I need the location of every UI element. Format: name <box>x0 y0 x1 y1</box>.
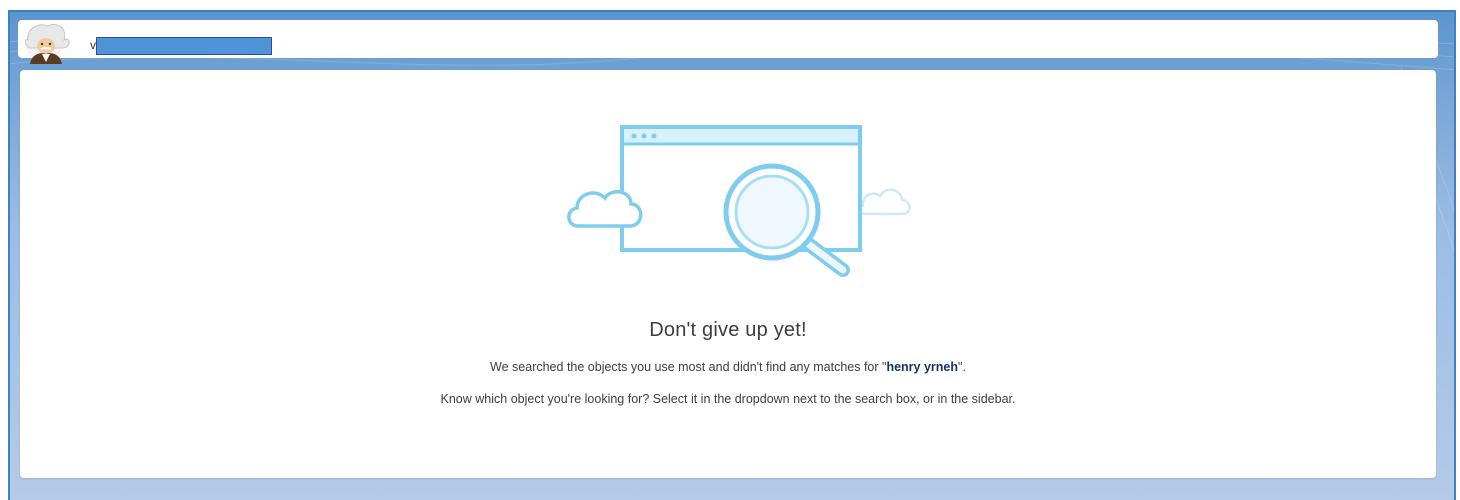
no-matches-text-before: We searched the objects you use most and… <box>490 360 887 374</box>
redacted-user-name <box>96 37 272 55</box>
empty-state-heading: Don't give up yet! <box>649 319 807 341</box>
no-matches-message: We searched the objects you use most and… <box>20 360 1436 374</box>
search-header-bar: v <box>18 20 1438 64</box>
search-results-card: Don't give up yet! We searched the objec… <box>20 70 1436 478</box>
search-window-illustration-icon <box>567 125 911 277</box>
object-hint-message: Know which object you're looking for? Se… <box>440 392 1016 406</box>
app-frame: v Don't give up yet! We searched the obj… <box>8 10 1456 500</box>
einstein-avatar-icon[interactable] <box>22 22 76 64</box>
no-matches-text-after: ". <box>958 360 966 374</box>
search-query-term: henry yrneh <box>886 360 959 374</box>
